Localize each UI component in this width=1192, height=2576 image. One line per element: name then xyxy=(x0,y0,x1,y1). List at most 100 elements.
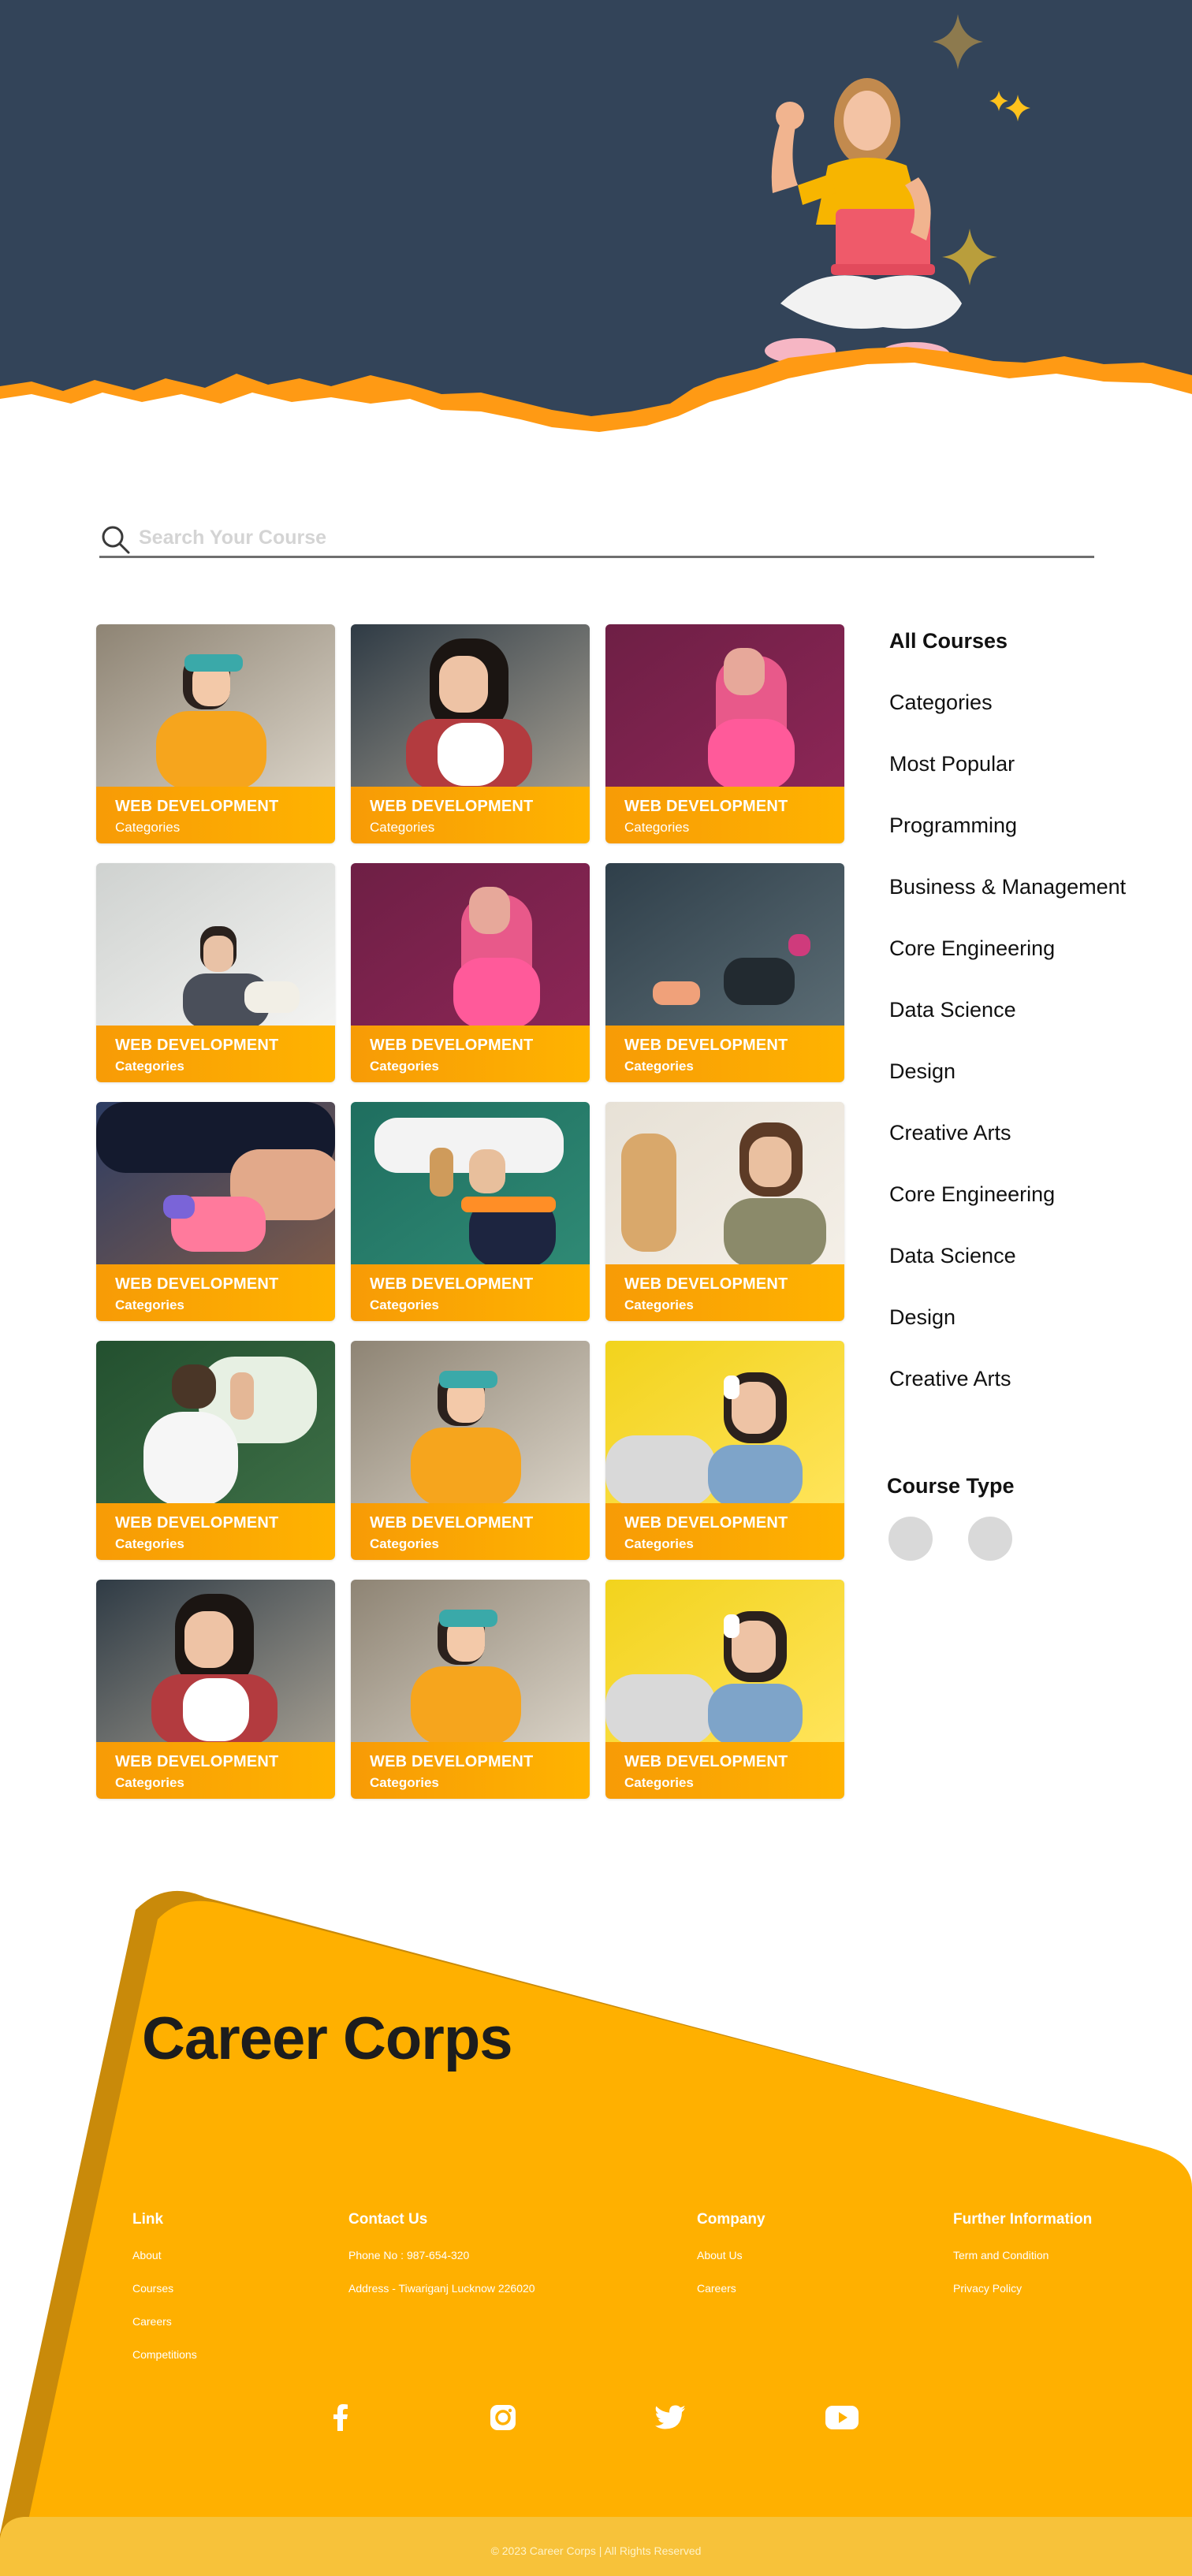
course-photo xyxy=(605,1341,844,1506)
course-photo xyxy=(605,624,844,790)
course-photo xyxy=(605,1102,844,1268)
sparkle-icon xyxy=(933,14,983,69)
card-subtitle: Categories xyxy=(370,820,435,835)
card-subtitle: Categories xyxy=(115,1536,184,1551)
card-subtitle: Categories xyxy=(624,1775,694,1790)
course-card[interactable]: WEB DEVELOPMENT Categories xyxy=(96,1580,335,1799)
sidebar-item[interactable]: Core Engineering xyxy=(889,1182,1055,1207)
sidebar-item[interactable]: Categories xyxy=(889,691,993,715)
course-card[interactable]: WEB DEVELOPMENT Categories xyxy=(605,1341,844,1560)
course-photo xyxy=(605,1580,844,1745)
sidebar-item[interactable]: Data Science xyxy=(889,1244,1016,1268)
card-subtitle: Categories xyxy=(370,1059,439,1074)
footer-column-contact: Contact Us Phone No : 987-654-320 Addres… xyxy=(348,2211,535,2315)
sidebar-item[interactable]: Programming xyxy=(889,813,1017,838)
card-subtitle: Categories xyxy=(624,1059,694,1074)
card-title: WEB DEVELOPMENT xyxy=(115,1037,279,1054)
sidebar-item[interactable]: Design xyxy=(889,1305,955,1330)
sidebar-item[interactable]: Business & Management xyxy=(889,875,1126,899)
search-icon[interactable] xyxy=(99,523,131,555)
facebook-icon[interactable] xyxy=(323,2400,358,2435)
sidebar-item[interactable]: Creative Arts xyxy=(889,1367,1011,1391)
card-title: WEB DEVELOPMENT xyxy=(624,1037,788,1054)
card-title: WEB DEVELOPMENT xyxy=(370,1514,534,1532)
hero-person-image xyxy=(765,78,962,367)
sidebar-item[interactable]: All Courses xyxy=(889,629,1008,653)
sidebar-item[interactable]: Core Engineering xyxy=(889,936,1055,961)
footer-column-company: Company About Us Careers xyxy=(697,2211,765,2315)
card-title: WEB DEVELOPMENT xyxy=(370,798,534,815)
course-card[interactable]: WEB DEVELOPMENT Categories xyxy=(96,1341,335,1560)
footer-link-competitions[interactable]: Competitions xyxy=(132,2348,197,2361)
card-title: WEB DEVELOPMENT xyxy=(115,1514,279,1532)
course-card[interactable]: WEB DEVELOPMENT Categories xyxy=(96,863,335,1082)
card-title: WEB DEVELOPMENT xyxy=(370,1275,534,1293)
sparkle-icon xyxy=(989,91,1030,121)
footer-link-careers[interactable]: Careers xyxy=(132,2315,197,2328)
course-card[interactable]: WEB DEVELOPMENT Categories xyxy=(605,1102,844,1321)
footer-brand: Career Corps xyxy=(142,2005,513,2072)
course-type-option[interactable] xyxy=(968,1517,1012,1561)
footer-link-terms[interactable]: Term and Condition xyxy=(953,2249,1092,2261)
course-type-option[interactable] xyxy=(888,1517,933,1561)
footer-address: Address - Tiwariganj Lucknow 226020 xyxy=(348,2282,535,2295)
course-photo xyxy=(96,624,335,790)
card-subtitle: Categories xyxy=(624,1536,694,1551)
card-subtitle: Categories xyxy=(370,1775,439,1790)
card-title: WEB DEVELOPMENT xyxy=(115,1275,279,1293)
twitter-icon[interactable] xyxy=(653,2400,687,2435)
footer: Career Corps Link About Courses Careers … xyxy=(0,1888,1192,2576)
footer-heading: Contact Us xyxy=(348,2211,428,2228)
sidebar-item[interactable]: Most Popular xyxy=(889,752,1015,776)
course-card[interactable]: WEB DEVELOPMENT Categories xyxy=(605,863,844,1082)
card-subtitle: Categories xyxy=(115,820,181,835)
card-subtitle: Categories xyxy=(624,820,690,835)
course-card[interactable]: WEB DEVELOPMENT Categories xyxy=(605,1580,844,1799)
search-bar xyxy=(99,520,1094,558)
footer-link-about[interactable]: About xyxy=(132,2249,197,2261)
course-card[interactable]: WEB DEVELOPMENT Categories xyxy=(351,863,590,1082)
youtube-icon[interactable] xyxy=(825,2400,859,2435)
footer-link-courses[interactable]: Courses xyxy=(132,2282,197,2295)
footer-phone: Phone No : 987-654-320 xyxy=(348,2249,470,2261)
course-card[interactable]: WEB DEVELOPMENT Categories xyxy=(96,624,335,843)
card-title: WEB DEVELOPMENT xyxy=(370,1753,534,1770)
card-subtitle: Categories xyxy=(624,1297,694,1312)
sidebar-item[interactable]: Data Science xyxy=(889,998,1016,1022)
course-photo xyxy=(96,863,335,1029)
footer-heading: Further Information xyxy=(953,2211,1093,2228)
sidebar-item[interactable]: Creative Arts xyxy=(889,1121,1011,1145)
footer-link-company-careers[interactable]: Careers xyxy=(697,2282,765,2295)
copyright-text: © 2023 Career Corps | All Rights Reserve… xyxy=(490,2544,702,2557)
footer-column-link: Link About Courses Careers Competitions xyxy=(132,2211,197,2381)
course-card[interactable]: WEB DEVELOPMENT Categories xyxy=(351,1102,590,1321)
card-subtitle: Categories xyxy=(115,1059,184,1074)
card-title: WEB DEVELOPMENT xyxy=(115,1753,279,1770)
course-photo xyxy=(96,1102,335,1268)
course-card[interactable]: WEB DEVELOPMENT Categories xyxy=(351,1580,590,1799)
instagram-icon[interactable] xyxy=(486,2400,520,2435)
footer-link-privacy[interactable]: Privacy Policy xyxy=(953,2282,1092,2295)
footer-link-about-us[interactable]: About Us xyxy=(697,2249,765,2261)
course-card[interactable]: WEB DEVELOPMENT Categories xyxy=(605,624,844,843)
course-card[interactable]: WEB DEVELOPMENT Categories xyxy=(96,1102,335,1321)
card-title: WEB DEVELOPMENT xyxy=(624,1753,788,1770)
course-photo xyxy=(96,1580,335,1745)
course-card[interactable]: WEB DEVELOPMENT Categories xyxy=(351,1341,590,1560)
hero-torn-edge xyxy=(0,347,1192,457)
course-photo xyxy=(605,863,844,1029)
search-input[interactable] xyxy=(139,523,1069,552)
footer-column-further-info: Further Information Term and Condition P… xyxy=(953,2211,1092,2315)
course-photo xyxy=(351,1102,590,1268)
card-subtitle: Categories xyxy=(115,1775,184,1790)
card-subtitle: Categories xyxy=(115,1297,184,1312)
course-card[interactable]: WEB DEVELOPMENT Categories xyxy=(351,624,590,843)
course-photo xyxy=(351,1580,590,1745)
hero-banner xyxy=(0,0,1192,457)
card-subtitle: Categories xyxy=(370,1536,439,1551)
footer-heading: Link xyxy=(132,2211,164,2228)
sidebar-item[interactable]: Design xyxy=(889,1059,955,1084)
course-type-heading: Course Type xyxy=(887,1474,1015,1498)
card-title: WEB DEVELOPMENT xyxy=(624,1514,788,1532)
course-photo xyxy=(351,1341,590,1506)
